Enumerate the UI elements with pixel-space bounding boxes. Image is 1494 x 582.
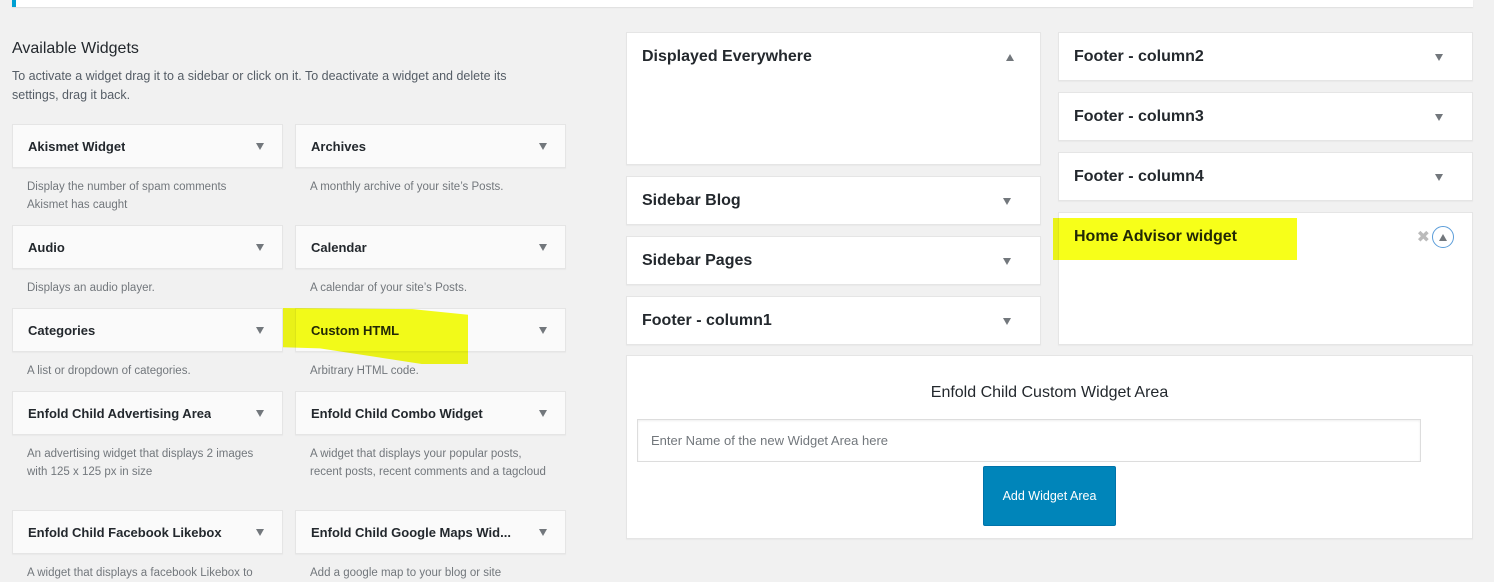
sidebar-displayed-everywhere[interactable]: Displayed Everywhere (626, 32, 1041, 165)
widget-description: A calendar of your site’s Posts. (310, 282, 468, 294)
expand-arrow-icon[interactable] (256, 528, 264, 536)
widget-title: Enfold Child Google Maps Wid... (311, 524, 511, 540)
widget-title: Enfold Child Facebook Likebox (28, 524, 222, 540)
widget-title: Calendar (311, 239, 367, 255)
available-widgets-title: Available Widgets (12, 40, 139, 57)
widget-item[interactable]: Categories A list or dropdown of categor… (12, 308, 283, 380)
delete-sidebar-icon[interactable]: ✖ (1417, 227, 1430, 247)
widget-description: A list or dropdown of categories. (27, 365, 191, 377)
highlight-mark-home-advisor (1053, 218, 1297, 260)
expand-arrow-icon[interactable] (539, 326, 547, 334)
widget-item[interactable]: Enfold Child Facebook Likebox A widget t… (12, 510, 283, 582)
widget-description: An advertising widget that displays 2 im… (27, 448, 254, 478)
expand-arrow-icon[interactable] (1435, 53, 1443, 61)
widget-title: Audio (28, 239, 65, 255)
widget-item[interactable]: Enfold Child Google Maps Wid... Add a go… (295, 510, 566, 582)
widget-title: Categories (28, 322, 96, 338)
widget-title: Enfold Child Advertising Area (28, 405, 212, 421)
sidebar-footer-column1[interactable]: Footer - column1 (626, 296, 1041, 345)
widget-item[interactable]: Audio Displays an audio player. (12, 225, 283, 297)
widget-title: Archives (311, 138, 366, 154)
sidebar-footer-column4[interactable]: Footer - column4 (1058, 152, 1473, 201)
sidebar-blog[interactable]: Sidebar Blog (626, 176, 1041, 225)
expand-arrow-icon[interactable] (256, 326, 264, 334)
expand-arrow-icon[interactable] (539, 243, 547, 251)
widget-item[interactable]: Enfold Child Combo Widget A widget that … (295, 391, 566, 481)
expand-arrow-icon[interactable] (539, 142, 547, 150)
collapse-toggle-button[interactable] (1432, 226, 1454, 248)
widget-item[interactable]: Calendar A calendar of your site’s Posts… (295, 225, 566, 297)
widget-item[interactable]: Archives A monthly archive of your site’… (295, 124, 566, 196)
sidebar-title: Footer - column4 (1074, 168, 1204, 185)
admin-notice-bar (12, 0, 1473, 7)
widget-area-name-input[interactable] (637, 419, 1421, 462)
custom-widget-area-panel: Enfold Child Custom Widget Area Add Widg… (626, 355, 1473, 539)
widget-description: A widget that displays a facebook Likebo… (27, 567, 253, 579)
sidebar-pages[interactable]: Sidebar Pages (626, 236, 1041, 285)
expand-arrow-icon[interactable] (256, 142, 264, 150)
available-widgets-description: To activate a widget drag it to a sideba… (12, 69, 507, 102)
sidebar-title: Sidebar Blog (642, 192, 741, 209)
expand-arrow-icon[interactable] (256, 409, 264, 417)
expand-arrow-icon[interactable] (1003, 317, 1011, 325)
widget-title: Akismet Widget (28, 138, 126, 154)
sidebar-footer-column3[interactable]: Footer - column3 (1058, 92, 1473, 141)
expand-arrow-icon[interactable] (539, 528, 547, 536)
expand-arrow-icon[interactable] (1435, 173, 1443, 181)
widget-description: Add a google map to your blog or site (310, 567, 502, 579)
sidebar-title: Footer - column3 (1074, 108, 1204, 125)
available-widgets-section: Available Widgets To activate a widget d… (12, 40, 572, 105)
custom-widget-area-title: Enfold Child Custom Widget Area (930, 384, 1169, 401)
expand-arrow-icon[interactable] (1003, 257, 1011, 265)
expand-arrow-icon[interactable] (256, 243, 264, 251)
sidebar-footer-column2[interactable]: Footer - column2 (1058, 32, 1473, 81)
widget-description: A widget that displays your popular post… (310, 448, 546, 478)
widget-item[interactable]: Enfold Child Advertising Area An adverti… (12, 391, 283, 481)
widget-description: Display the number of spam comments Akis… (27, 181, 227, 211)
sidebar-title: Footer - column2 (1074, 48, 1204, 65)
widget-title: Enfold Child Combo Widget (311, 405, 483, 421)
sidebar-title: Sidebar Pages (642, 252, 753, 269)
collapse-arrow-icon[interactable] (1006, 53, 1014, 61)
widget-description: Displays an audio player. (27, 282, 155, 294)
add-widget-area-button[interactable]: Add Widget Area (983, 466, 1116, 526)
expand-arrow-icon[interactable] (1435, 113, 1443, 121)
sidebar-title: Displayed Everywhere (642, 48, 812, 65)
sidebar-title: Footer - column1 (642, 312, 772, 329)
widget-item[interactable]: Akismet Widget Display the number of spa… (12, 124, 283, 214)
collapse-arrow-icon (1439, 233, 1447, 241)
expand-arrow-icon[interactable] (539, 409, 547, 417)
expand-arrow-icon[interactable] (1003, 197, 1011, 205)
widget-description: A monthly archive of your site’s Posts. (310, 181, 504, 193)
